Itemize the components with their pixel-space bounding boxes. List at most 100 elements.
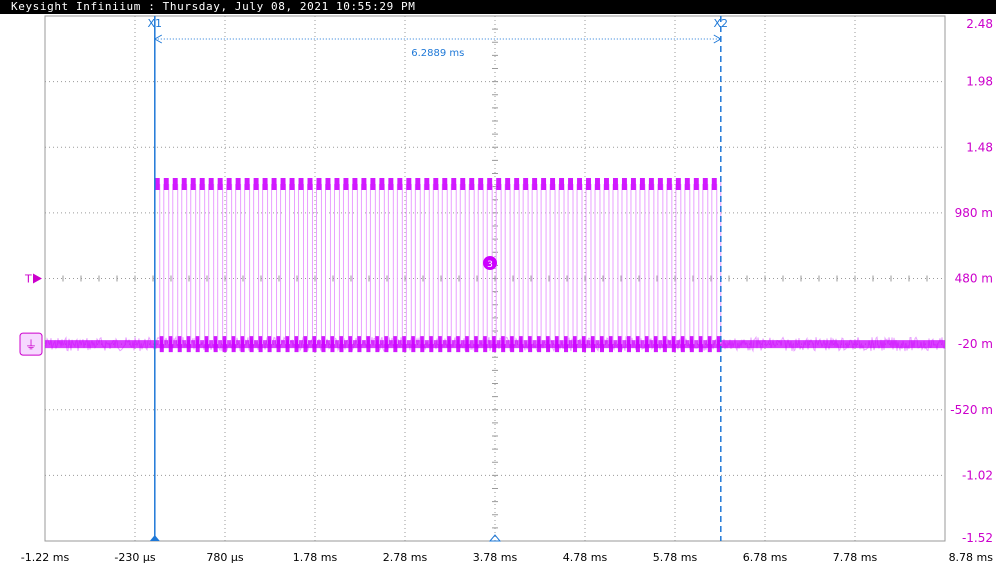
pulse-low [608,336,613,353]
x-tick-label: -1.22 ms [21,551,70,564]
pulse-low [420,336,425,353]
pulse-low [393,336,398,353]
pulse-high [460,178,466,190]
pulse-high [325,178,331,190]
pulse-low [177,336,182,353]
y-tick-label: -520 m [950,403,993,417]
pulse-low [294,336,299,353]
pulse-high [532,178,538,190]
pulse-low [626,336,631,353]
pulse-high [280,178,286,190]
pulse-low [456,336,461,353]
cursor-delta-readout: 6.2889 ms [411,48,464,59]
pulse-low [402,336,407,353]
pulse-high [523,178,529,190]
pulse-low [195,336,200,353]
pulse-low [267,336,272,353]
pulse-high [621,178,627,190]
y-tick-label: 480 m [955,272,993,286]
cursor-x1-handle-icon[interactable] [149,535,160,541]
pulse-high [181,178,187,190]
pulse-high [675,178,681,190]
pulse-high [559,178,565,190]
pulse-low [240,336,245,353]
pulse-high [163,178,169,190]
y-tick-label: -1.52 [962,531,993,545]
oscilloscope-display[interactable]: X1 X2 6.2889 ms 2.48 1.98 1.48 980 m 480 m -20 … [0,0,996,565]
pulse-low [555,336,560,353]
pulse-low [644,336,649,353]
pulse-low [276,336,281,353]
pulse-high [568,178,574,190]
pulse-high [289,178,295,190]
pulse-high [666,178,672,190]
pulse-low [249,336,254,353]
channel-badge-label: 3 [487,260,493,270]
pulse-high [379,178,385,190]
pulse-high [711,178,717,190]
pulse-low [231,336,236,353]
cursor-x1-label[interactable]: X1 [148,17,163,30]
x-tick-label: 1.78 ms [293,551,338,564]
x-tick-label: -230 µs [114,551,155,564]
pulse-low [186,336,191,353]
x-tick-label: 5.78 ms [653,551,698,564]
pulse-low [375,336,380,353]
pulse-low [528,336,533,353]
pulse-high [505,178,511,190]
pulse-high [217,178,223,190]
pulse-low [492,336,497,353]
pulse-high [442,178,448,190]
pulse-high [451,178,457,190]
pulse-high [235,178,241,190]
pulse-low [159,336,164,353]
pulse-high [487,178,493,190]
pulse-low [348,336,353,353]
pulse-high [648,178,654,190]
pulse-low [537,336,542,353]
y-tick-label: 980 m [955,206,993,220]
pulse-high [577,178,582,190]
pulse-high [684,178,690,190]
y-tick-label: 2.48 [966,17,993,31]
cursor-x2-label[interactable]: X2 [714,17,729,30]
pulse-low [546,336,551,353]
pulse-low [411,336,416,353]
pulse-low [662,336,667,353]
pulse-low [599,336,605,353]
pulse-low [581,336,587,353]
x-tick-label: 6.78 ms [743,551,788,564]
y-tick-label: 1.98 [966,75,993,89]
pulse-low [680,336,685,353]
pulse-low [465,336,470,353]
pulse-high [352,178,358,190]
pulse-low [573,336,578,353]
axis-labels: 2.48 1.98 1.48 980 m 480 m -20 m -520 m -1.02 -1… [21,17,993,564]
pulse-low [168,336,173,353]
pulse-high [514,178,520,190]
pulse-high [595,178,600,190]
trigger-level-icon[interactable] [33,273,42,284]
pulse-low [474,336,479,353]
pulse-high [244,178,250,190]
pulse-low [204,336,209,353]
pulse-high [630,178,636,190]
pulse-low [366,336,371,353]
pulse-low [635,336,640,353]
x-tick-label: 3.78 ms [473,551,518,564]
pulse-low [653,336,658,353]
pulse-low [590,336,596,353]
ground-icon[interactable]: ⏚ [25,338,37,352]
trigger-label[interactable]: T [24,273,32,286]
pulse-low [671,336,676,353]
x-tick-label: 4.78 ms [563,551,608,564]
pulse-high [478,178,484,190]
pulse-low [303,336,308,353]
pulse-low [429,336,434,353]
pulse-high [343,178,349,190]
pulse-high [415,178,421,190]
x-tick-label: 7.78 ms [833,551,878,564]
pulse-low [285,336,290,353]
pulse-high [612,178,618,190]
pulse-low [222,336,227,353]
